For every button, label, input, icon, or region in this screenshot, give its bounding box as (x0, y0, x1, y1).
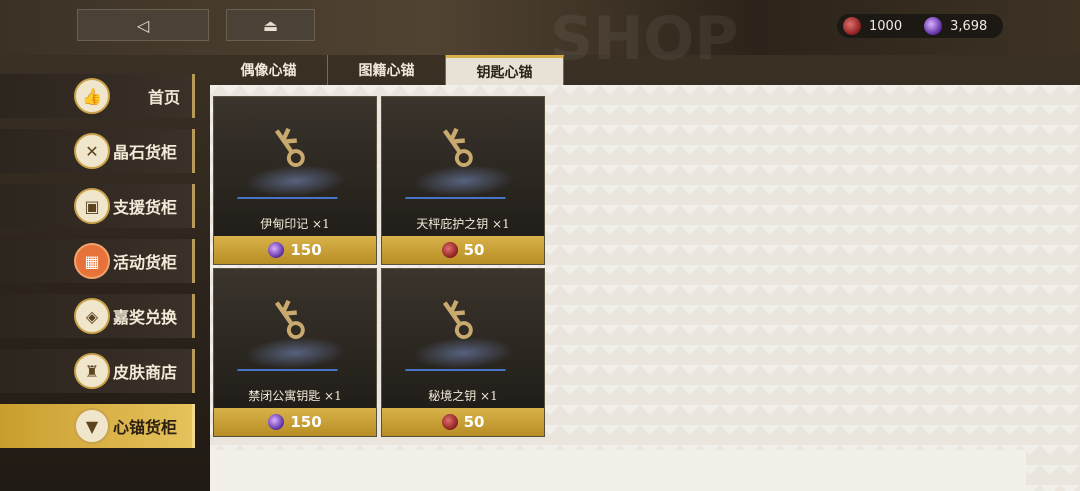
item-price: 50 (463, 241, 485, 259)
sidebar-item-label: 心锚货柜 (113, 418, 178, 437)
item-name: 禁闭公寓钥匙 ×1 (248, 389, 342, 403)
sidebar-item-label: 首页 (148, 88, 181, 107)
badge-icon: ◈ (74, 298, 110, 334)
sidebar-item-label: 活动货柜 (113, 253, 178, 272)
sidebar-item-label: 晶石货柜 (113, 143, 178, 162)
purple-crystal-icon (924, 17, 943, 35)
tab-idol-anchor[interactable]: 偶像心锚 (210, 55, 328, 85)
sidebar-item-label: 嘉奖兑换 (113, 308, 178, 327)
item-name: 伊甸印记 ×1 (260, 217, 330, 231)
sidebar-item-event-shop[interactable]: ▦ 活动货柜 (0, 239, 195, 283)
shop-item-card[interactable]: ⚷ 天枰庇护之钥 ×1 50 (382, 97, 544, 264)
item-name: 天枰庇护之钥 ×1 (416, 217, 510, 231)
heart-anchor-icon: ▼ (74, 408, 110, 444)
sidebar-item-crystal-shop[interactable]: ✕ 晶石货柜 (0, 129, 195, 173)
purple-crystal-icon (268, 242, 285, 258)
bottom-strip (210, 450, 1026, 491)
tab-book-anchor[interactable]: 图籍心锚 (328, 55, 446, 85)
sidebar-item-anchor-shop[interactable]: ▼ 心锚货柜 (0, 404, 195, 448)
red-gem-icon (441, 242, 458, 258)
shop-watermark: SHOP (550, 4, 739, 74)
outfit-icon: ♜ (74, 353, 110, 389)
thumbs-up-icon: 👍 (74, 78, 110, 114)
sidebar-item-reward-exchange[interactable]: ◈ 嘉奖兑换 (0, 294, 195, 338)
eject-icon: ⏏ (262, 15, 279, 35)
sidebar-item-label: 支援货柜 (113, 198, 178, 217)
shop-item-card[interactable]: ⚷ 秘境之钥 ×1 50 (382, 269, 544, 436)
item-price-button[interactable]: 50 (382, 408, 544, 436)
purple-currency-amount: 3,698 (950, 18, 988, 34)
item-price: 50 (463, 413, 485, 431)
currency-bar: 1000 3,698 (837, 14, 1003, 38)
purple-crystal-icon (268, 414, 285, 430)
tab-bar: 偶像心锚 图籍心锚 钥匙心锚 (210, 55, 564, 85)
sidebar: 👍 首页 ✕ 晶石货柜 ▣ 支援货柜 ▦ 活动货柜 ◈ 嘉奖兑换 ♜ 皮肤商店 … (0, 74, 195, 459)
shop-item-card[interactable]: ⚷ 禁闭公寓钥匙 ×1 150 (214, 269, 376, 436)
sidebar-item-skin-shop[interactable]: ♜ 皮肤商店 (0, 349, 195, 393)
event-crate-icon: ▦ (74, 243, 110, 279)
top-bar: SHOP ◁ ⏏ 1000 3,698 (0, 0, 1080, 74)
sidebar-item-home[interactable]: 👍 首页 (0, 74, 195, 118)
tab-key-anchor[interactable]: 钥匙心锚 (446, 55, 564, 85)
item-price-button[interactable]: 150 (214, 408, 376, 436)
home-button[interactable]: ⏏ (226, 9, 315, 41)
support-crate-icon: ▣ (74, 188, 110, 224)
sidebar-item-label: 皮肤商店 (113, 363, 178, 382)
red-currency-amount: 1000 (869, 18, 903, 34)
item-price: 150 (290, 413, 322, 431)
red-gem-icon (441, 414, 458, 430)
crossed-swords-icon: ✕ (74, 133, 110, 169)
item-price-button[interactable]: 150 (214, 236, 376, 264)
back-button[interactable]: ◁ (77, 9, 209, 41)
item-price-button[interactable]: 50 (382, 236, 544, 264)
red-gem-icon (843, 17, 861, 35)
item-price: 150 (290, 241, 322, 259)
shop-item-card[interactable]: ⚷ 伊甸印记 ×1 150 (214, 97, 376, 264)
back-arrow-icon: ◁ (136, 15, 150, 35)
sidebar-item-support-shop[interactable]: ▣ 支援货柜 (0, 184, 195, 228)
item-name: 秘境之钥 ×1 (428, 389, 498, 403)
